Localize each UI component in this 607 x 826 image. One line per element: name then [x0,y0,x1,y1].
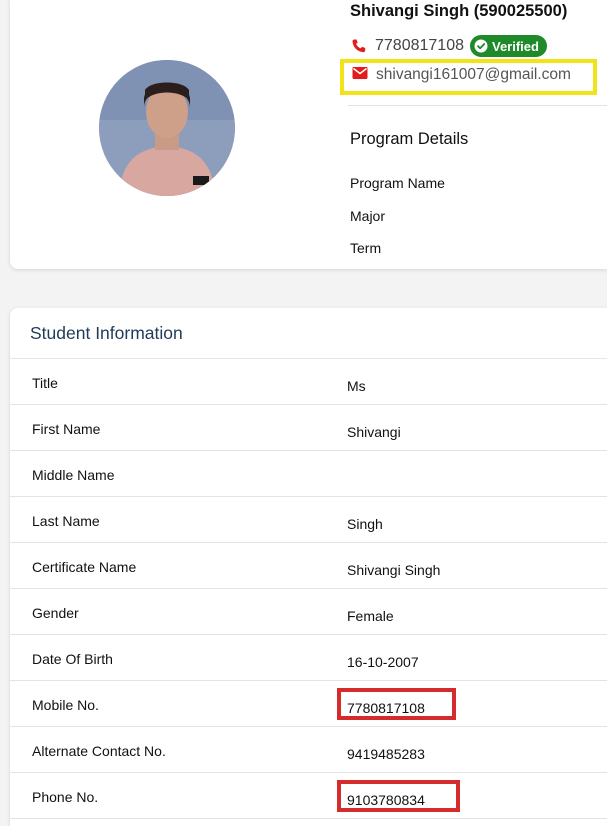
verified-label: Verified [491,38,539,54]
row-value: 9103780834 [347,792,425,808]
row-label: Last Name [32,513,100,529]
info-row-date-of-birth: Date Of Birth 16-10-2007 [10,635,607,681]
avatar [99,60,235,196]
info-row-first-name: First Name Shivangi [10,405,607,451]
row-label: Certificate Name [32,559,137,575]
info-row-title: Title Ms [10,359,607,405]
row-value: Shivangi Singh [347,562,441,578]
phone-row: 7780817108 Verified [351,34,547,58]
info-row-last-name: Last Name Singh [10,497,607,543]
row-label: Phone No. [32,789,99,805]
row-value: Singh [347,516,383,532]
row-label: Title [32,375,58,391]
term-label: Term [350,240,382,256]
check-circle-icon [474,39,492,53]
student-information-header: Student Information [10,308,607,359]
info-row-certificate-name: Certificate Name Shivangi Singh [10,543,607,589]
student-information-card: Student Information Title Ms First Name … [10,308,607,826]
row-value: Shivangi [347,424,401,440]
row-value: 7780817108 [347,700,425,716]
info-row-alternate-contact-no: Alternate Contact No. 9419485283 [10,727,607,773]
info-row-mobile-no: Mobile No. 7780817108 [10,681,607,727]
divider [348,105,607,106]
row-label: Mobile No. [32,697,99,713]
avatar-photo [99,60,235,196]
row-label: Middle Name [32,467,115,483]
student-information-title: Student Information [30,322,183,343]
info-row-middle-name: Middle Name [10,451,607,497]
row-value: 16-10-2007 [347,654,419,670]
student-name: Shivangi Singh (590025500) [350,2,568,20]
program-details-heading: Program Details [350,130,469,148]
profile-card: Shivangi Singh (590025500) 7780817108 Ve… [10,0,607,269]
row-label: First Name [32,421,101,437]
row-value: 9419485283 [347,746,425,762]
program-name-label: Program Name [350,175,445,191]
phone-icon [351,38,367,54]
major-label: Major [350,208,386,224]
row-label: Date Of Birth [32,651,113,667]
row-label: Alternate Contact No. [32,743,166,759]
email-row: shivangi161007@gmail.com [352,63,571,87]
row-value: Ms [347,378,366,394]
info-row-phone-no: Phone No. 9103780834 [10,773,607,819]
email-address: shivangi161007@gmail.com [376,66,571,83]
info-row-gender: Gender Female [10,589,607,635]
mail-icon [352,66,368,85]
row-value: Female [347,608,394,624]
phone-number: 7780817108 [375,37,464,54]
row-label: Gender [32,605,79,621]
verified-badge: Verified [469,35,547,57]
